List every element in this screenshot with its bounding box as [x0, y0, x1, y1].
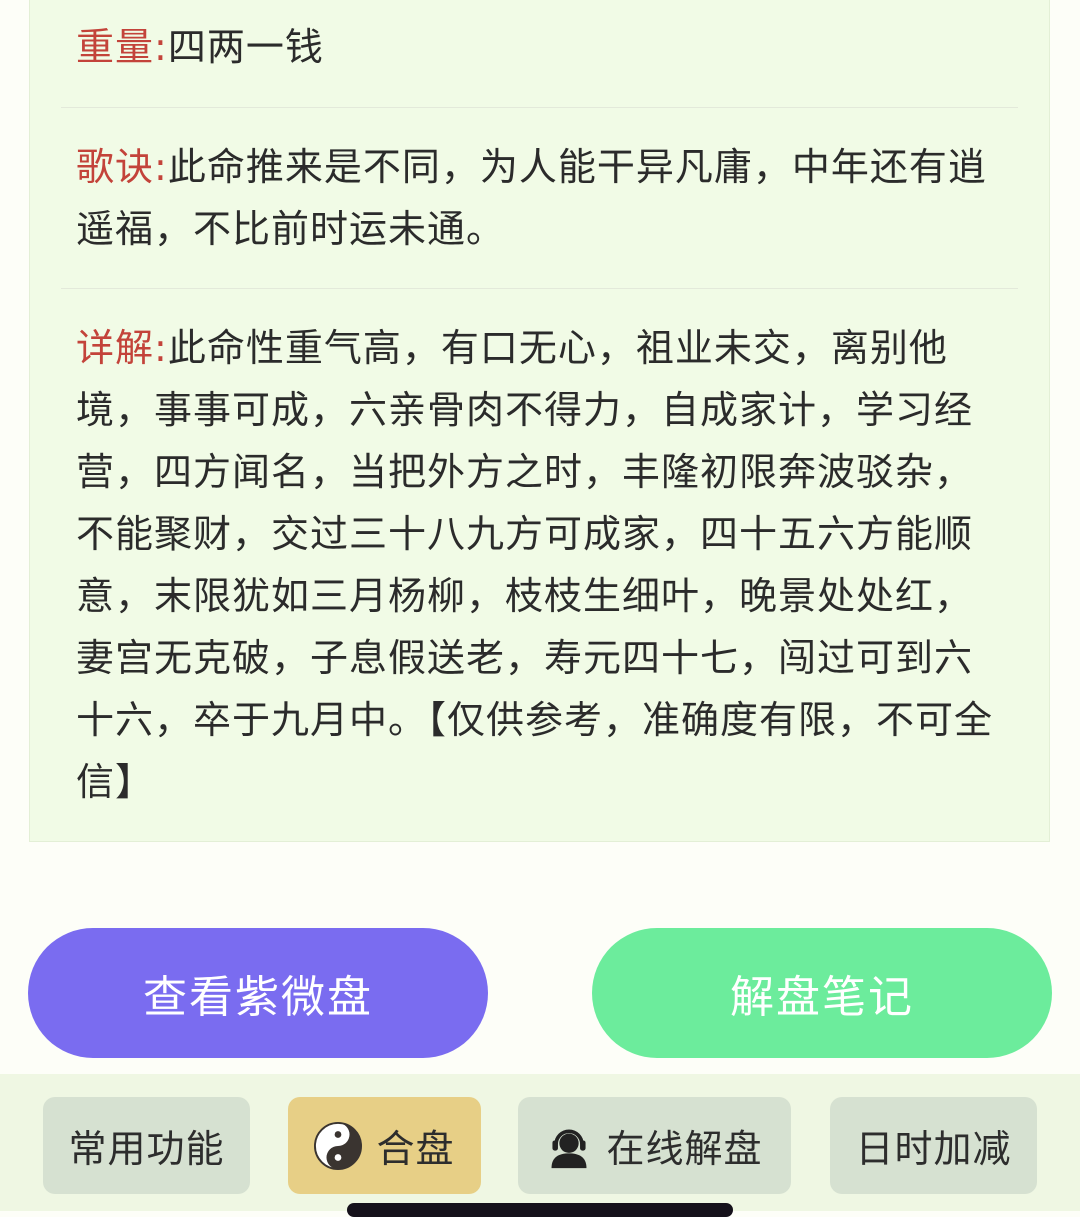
yin-yang-icon [314, 1121, 363, 1170]
explain-row: 详解:此命性重气高，有口无心，祖业未交，离别他境，事事可成，六亲骨肉不得力，自成… [76, 317, 1003, 813]
weight-label: 重量: [76, 25, 168, 69]
divider [61, 107, 1018, 108]
home-indicator [347, 1203, 733, 1217]
chart-notes-button[interactable]: 解盘笔记 [592, 928, 1052, 1058]
tab-common-functions[interactable]: 常用功能 [43, 1097, 250, 1194]
tab-label: 合盘 [376, 1127, 455, 1171]
tab-label: 在线解盘 [606, 1127, 763, 1171]
explain-label: 详解: [76, 326, 168, 370]
tab-online-reading[interactable]: 在线解盘 [518, 1097, 791, 1194]
tab-label: 日时加减 [855, 1127, 1012, 1171]
tab-compatibility-chart[interactable]: 合盘 [288, 1097, 481, 1194]
divider [61, 288, 1018, 289]
headset-user-icon [546, 1123, 592, 1169]
tab-label: 常用功能 [68, 1127, 225, 1171]
bottom-tab-bar: 常用功能 合盘 在线解盘 日时加减 [0, 1074, 1080, 1211]
verse-label: 歌诀: [76, 145, 168, 189]
tab-date-time-calc[interactable]: 日时加减 [830, 1097, 1037, 1194]
verse-value: 此命推来是不同，为人能干异凡庸，中年还有逍遥福，不比前时运未通。 [76, 145, 987, 251]
view-ziwei-chart-button[interactable]: 查看紫微盘 [28, 928, 488, 1058]
verse-row: 歌诀:此命推来是不同，为人能干异凡庸，中年还有逍遥福，不比前时运未通。 [76, 136, 1003, 260]
weight-row: 重量:四两一钱 [76, 16, 1003, 78]
weight-value: 四两一钱 [167, 25, 324, 69]
fortune-detail-card: 重量:四两一钱 歌诀:此命推来是不同，为人能干异凡庸，中年还有逍遥福，不比前时运… [29, 0, 1050, 842]
explain-value: 此命性重气高，有口无心，祖业未交，离别他境，事事可成，六亲骨肉不得力，自成家计，… [76, 326, 994, 804]
